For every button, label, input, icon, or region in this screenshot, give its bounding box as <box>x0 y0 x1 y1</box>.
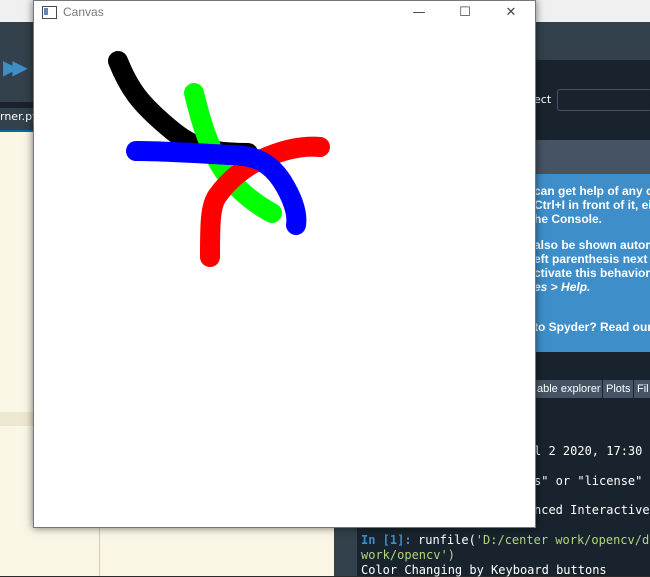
drawing-canvas[interactable] <box>34 25 535 527</box>
console-margin <box>337 520 357 576</box>
help-panel: can get help of any ob Ctrl+I in front o… <box>534 174 650 352</box>
console-command-path: 'D:/center work/opencv/dra <box>475 533 650 547</box>
pane-tabs: able explorer Plots Fil <box>534 380 650 398</box>
console-command-func: runfile( <box>418 533 476 547</box>
console-output: Color Changing by Keyboard buttons <box>361 563 607 577</box>
console-line: nced Interactive <box>534 503 650 517</box>
black-stroke <box>108 51 258 163</box>
app-window-icon <box>42 6 57 19</box>
canvas-drawing-surface <box>108 51 330 267</box>
maximize-icon: ☐ <box>459 5 471 20</box>
help-text-line: Ctrl+I in front of it, eithe <box>534 198 650 212</box>
help-text-line: can get help of any ob <box>534 184 650 198</box>
help-text-line: es > Help. <box>534 280 591 294</box>
editor-outline-line <box>99 526 100 576</box>
minimize-icon: — <box>412 5 426 20</box>
console-line: s" or "license" f <box>534 474 650 488</box>
console-prompt: In [1]: <box>361 533 412 547</box>
close-button[interactable]: ✕ <box>488 1 534 25</box>
help-text-line: ctivate this behavior in <box>534 266 650 280</box>
tab-variable-explorer[interactable]: able explorer <box>534 380 602 398</box>
help-object-label: ect <box>534 93 552 106</box>
maximize-button[interactable]: ☐ <box>442 1 488 25</box>
help-text-line: he Console. <box>534 212 603 226</box>
run-cell-advance-icon[interactable]: ▶▶ <box>3 56 29 78</box>
console-command: runfile('D:/center work/opencv/dra <box>418 533 650 547</box>
help-intro-link[interactable]: to Spyder? Read our <box>534 320 650 335</box>
console-line: l 2 2020, 17:30 <box>534 444 643 458</box>
help-text-line: eft parenthesis next to <box>534 252 650 266</box>
console-command-path-cont: work/opencv') <box>361 548 455 562</box>
help-text-line: also be shown automa <box>534 238 650 252</box>
canvas-window: Canvas — ☐ ✕ <box>33 0 536 528</box>
help-header <box>534 140 650 174</box>
help-panel-footer <box>534 352 650 378</box>
help-object-input[interactable] <box>557 89 650 111</box>
tab-files[interactable]: Fil <box>634 380 650 398</box>
minimize-button[interactable]: — <box>396 1 442 25</box>
window-titlebar[interactable]: Canvas — ☐ ✕ <box>34 1 535 25</box>
window-title: Canvas <box>63 5 104 19</box>
close-icon: ✕ <box>505 5 517 20</box>
tab-plots[interactable]: Plots <box>603 380 633 398</box>
